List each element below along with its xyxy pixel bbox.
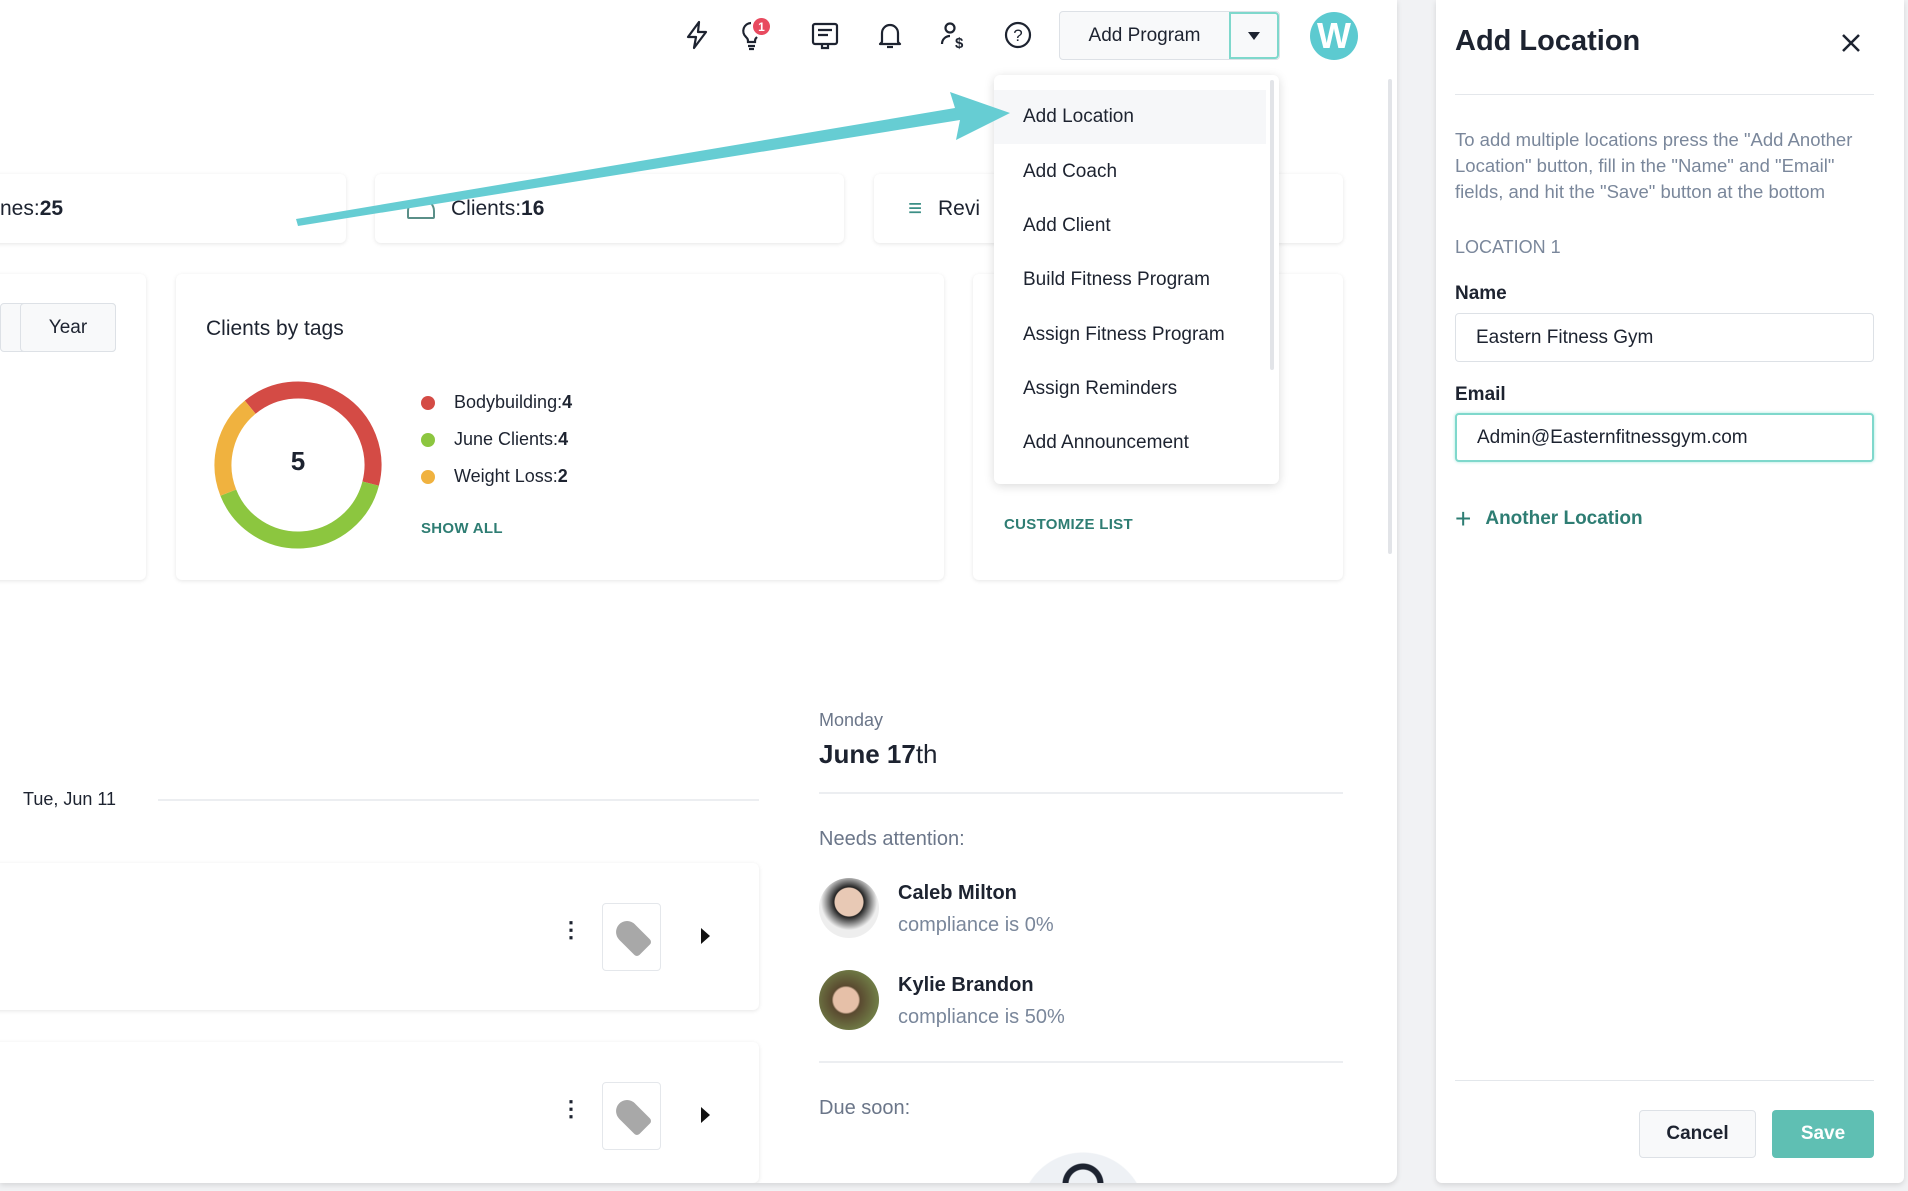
caret-down-icon <box>1248 31 1260 40</box>
save-button[interactable]: Save <box>1772 1110 1874 1158</box>
customize-list-link[interactable]: CUSTOMIZE LIST <box>1004 516 1133 533</box>
legend-value: 4 <box>562 392 573 412</box>
show-all-link[interactable]: SHOW ALL <box>421 520 503 537</box>
menu-scrollbar[interactable] <box>1270 80 1274 370</box>
divider <box>1455 94 1874 95</box>
legend-value: 2 <box>557 466 568 486</box>
dashboard: 1 $ ? Add Program W nes: 25 Clients: 16 … <box>0 0 1397 1183</box>
day-date: June 17th <box>819 739 938 770</box>
client-avatar[interactable] <box>819 878 879 938</box>
divider <box>158 799 759 801</box>
menu-item-assign-reminders[interactable]: Assign Reminders <box>994 362 1266 416</box>
placeholder-avatar <box>1020 1152 1146 1183</box>
legend-item[interactable]: Bodybuilding: 4 <box>421 392 572 413</box>
close-icon[interactable] <box>1836 28 1866 58</box>
cancel-button[interactable]: Cancel <box>1639 1110 1756 1158</box>
shoe-thumbnail <box>602 903 661 971</box>
weekday: Monday <box>819 710 884 730</box>
legend-label: Weight Loss: <box>454 466 558 486</box>
legend-dot <box>421 395 435 410</box>
add-another-label: Another Location <box>1485 508 1643 529</box>
expand-arrow-icon[interactable] <box>701 1107 710 1123</box>
legend-label: Bodybuilding: <box>454 392 563 412</box>
legend-value: 4 <box>558 429 569 449</box>
client-name[interactable]: Caleb Milton <box>898 882 1017 905</box>
donut-slice-june-clients[interactable] <box>220 481 379 549</box>
expand-arrow-icon[interactable] <box>701 928 710 944</box>
email-label: Email <box>1455 384 1506 405</box>
divider <box>819 792 1343 794</box>
legend-dot <box>421 432 435 447</box>
legend-label: June Clients: <box>454 429 559 449</box>
name-input[interactable] <box>1455 313 1874 362</box>
card-title: Clients by tags <box>206 317 344 340</box>
plus-icon: + <box>1455 503 1472 534</box>
menu-item-build-fitness-program[interactable]: Build Fitness Program <box>994 253 1266 307</box>
due-soon-heading: Due soon: <box>819 1097 911 1119</box>
shoe-thumbnail <box>602 1082 661 1150</box>
client-status: compliance is 50% <box>898 1006 1065 1028</box>
name-label: Name <box>1455 283 1507 304</box>
donut-total: 5 <box>290 446 306 476</box>
period-year-button[interactable]: Year <box>20 303 116 352</box>
client-name[interactable]: Kylie Brandon <box>898 974 1034 997</box>
panel-description: To add multiple locations press the "Add… <box>1455 129 1853 202</box>
more-options-icon[interactable]: ⋮ <box>560 1098 582 1120</box>
workout-row[interactable]: ⋮ <box>0 1042 759 1183</box>
divider <box>1455 1080 1874 1081</box>
workout-row[interactable]: ⋮ <box>0 863 759 1010</box>
client-avatar[interactable] <box>819 970 879 1030</box>
divider <box>819 1061 1343 1063</box>
more-options-icon[interactable]: ⋮ <box>560 919 582 941</box>
tags-legend: Bodybuilding: 4 June Clients: 4 Weight L… <box>421 392 572 487</box>
donut-slice-weight-loss[interactable] <box>214 400 256 496</box>
legend-item[interactable]: Weight Loss: 2 <box>421 466 572 487</box>
clients-by-tags-card: Clients by tags 5 Bodybuilding: 4 June C… <box>176 274 944 580</box>
annotation-arrow <box>296 92 1010 226</box>
period-card: Year <box>0 274 146 580</box>
add-another-location-button[interactable]: + Another Location <box>1455 503 1643 535</box>
legend-dot <box>421 469 435 484</box>
main-scrollbar[interactable] <box>1388 79 1392 554</box>
email-input[interactable] <box>1455 413 1874 462</box>
avatar[interactable]: W <box>1310 12 1358 60</box>
menu-item-add-announcement[interactable]: Add Announcement <box>994 416 1266 470</box>
date-bold: June 17 <box>819 739 916 769</box>
add-location-panel: Add Location To add multiple locations p… <box>1436 0 1904 1183</box>
needs-attention-heading: Needs attention: <box>819 828 965 850</box>
client-status: compliance is 0% <box>898 914 1054 936</box>
date-suffix: th <box>915 739 938 769</box>
legend-item[interactable]: June Clients: 4 <box>421 429 572 450</box>
location-section-label: LOCATION 1 <box>1455 237 1561 257</box>
timeline-date: Tue, Jun 11 <box>23 789 117 809</box>
panel-title: Add Location <box>1455 25 1641 57</box>
add-program-dropdown-toggle[interactable] <box>1229 12 1279 59</box>
menu-item-assign-fitness-program[interactable]: Assign Fitness Program <box>994 308 1266 362</box>
